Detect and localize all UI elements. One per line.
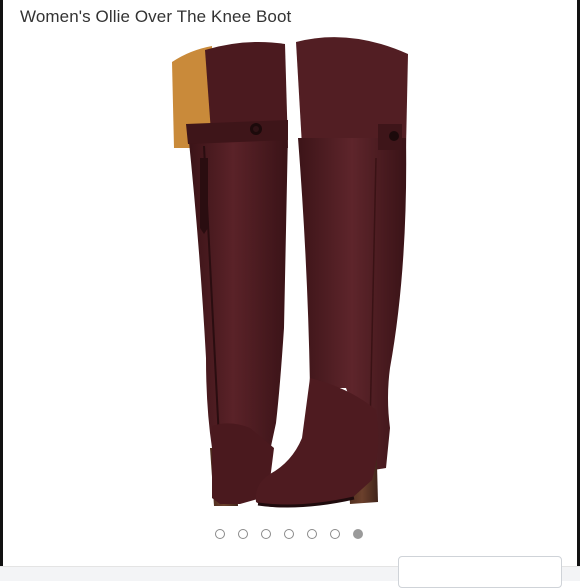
carousel-dot-5[interactable] <box>307 529 317 539</box>
bottom-action-card[interactable] <box>398 556 562 588</box>
carousel-dot-4[interactable] <box>284 529 294 539</box>
carousel-dot-2[interactable] <box>238 529 248 539</box>
carousel-dot-7[interactable] <box>353 529 363 539</box>
carousel-dot-3[interactable] <box>261 529 271 539</box>
frame-left-edge <box>0 0 3 580</box>
product-image-boots[interactable] <box>150 28 425 520</box>
carousel-dot-6[interactable] <box>330 529 340 539</box>
carousel-dot-1[interactable] <box>215 529 225 539</box>
image-carousel-indicators <box>0 529 580 543</box>
left-boot <box>172 42 288 506</box>
product-title: Women's Ollie Over The Knee Boot <box>20 7 292 26</box>
